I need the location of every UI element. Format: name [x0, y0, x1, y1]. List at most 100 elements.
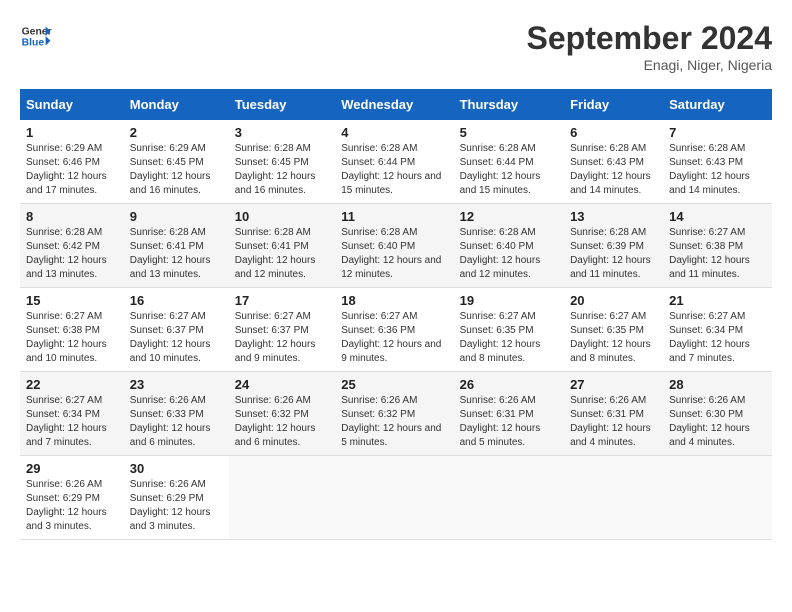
day-number: 12: [460, 209, 558, 224]
day-number: 1: [26, 125, 118, 140]
day-number: 15: [26, 293, 118, 308]
column-header-sunday: Sunday: [20, 89, 124, 120]
day-info: Sunrise: 6:28 AMSunset: 6:40 PMDaylight:…: [341, 227, 441, 280]
day-info: Sunrise: 6:27 AMSunset: 6:38 PMDaylight:…: [669, 227, 750, 280]
calendar-cell: 15 Sunrise: 6:27 AMSunset: 6:38 PMDaylig…: [20, 288, 124, 372]
calendar-cell: 24 Sunrise: 6:26 AMSunset: 6:32 PMDaylig…: [229, 372, 336, 456]
day-info: Sunrise: 6:26 AMSunset: 6:29 PMDaylight:…: [130, 479, 211, 532]
day-info: Sunrise: 6:28 AMSunset: 6:44 PMDaylight:…: [460, 143, 541, 196]
calendar-cell: [454, 456, 564, 540]
day-info: Sunrise: 6:28 AMSunset: 6:41 PMDaylight:…: [130, 227, 211, 280]
calendar-cell: 25 Sunrise: 6:26 AMSunset: 6:32 PMDaylig…: [335, 372, 453, 456]
day-number: 24: [235, 377, 330, 392]
calendar-cell: 3 Sunrise: 6:28 AMSunset: 6:45 PMDayligh…: [229, 120, 336, 204]
day-number: 30: [130, 461, 223, 476]
day-info: Sunrise: 6:26 AMSunset: 6:32 PMDaylight:…: [341, 395, 441, 448]
day-number: 9: [130, 209, 223, 224]
day-info: Sunrise: 6:26 AMSunset: 6:31 PMDaylight:…: [570, 395, 651, 448]
calendar-cell: 13 Sunrise: 6:28 AMSunset: 6:39 PMDaylig…: [564, 204, 663, 288]
day-info: Sunrise: 6:28 AMSunset: 6:39 PMDaylight:…: [570, 227, 651, 280]
day-number: 4: [341, 125, 447, 140]
calendar-cell: 2 Sunrise: 6:29 AMSunset: 6:45 PMDayligh…: [124, 120, 229, 204]
calendar-cell: 4 Sunrise: 6:28 AMSunset: 6:44 PMDayligh…: [335, 120, 453, 204]
day-info: Sunrise: 6:27 AMSunset: 6:34 PMDaylight:…: [26, 395, 107, 448]
calendar-week-row: 22 Sunrise: 6:27 AMSunset: 6:34 PMDaylig…: [20, 372, 772, 456]
day-info: Sunrise: 6:29 AMSunset: 6:46 PMDaylight:…: [26, 143, 107, 196]
day-info: Sunrise: 6:26 AMSunset: 6:29 PMDaylight:…: [26, 479, 107, 532]
calendar-table: SundayMondayTuesdayWednesdayThursdayFrid…: [20, 89, 772, 540]
day-info: Sunrise: 6:29 AMSunset: 6:45 PMDaylight:…: [130, 143, 211, 196]
day-info: Sunrise: 6:27 AMSunset: 6:36 PMDaylight:…: [341, 311, 441, 364]
day-number: 18: [341, 293, 447, 308]
day-number: 3: [235, 125, 330, 140]
calendar-cell: 18 Sunrise: 6:27 AMSunset: 6:36 PMDaylig…: [335, 288, 453, 372]
calendar-cell: [335, 456, 453, 540]
calendar-cell: 30 Sunrise: 6:26 AMSunset: 6:29 PMDaylig…: [124, 456, 229, 540]
day-number: 21: [669, 293, 766, 308]
logo: General Blue: [20, 20, 52, 52]
calendar-cell: 12 Sunrise: 6:28 AMSunset: 6:40 PMDaylig…: [454, 204, 564, 288]
calendar-cell: 29 Sunrise: 6:26 AMSunset: 6:29 PMDaylig…: [20, 456, 124, 540]
column-header-monday: Monday: [124, 89, 229, 120]
calendar-week-row: 29 Sunrise: 6:26 AMSunset: 6:29 PMDaylig…: [20, 456, 772, 540]
day-info: Sunrise: 6:28 AMSunset: 6:43 PMDaylight:…: [570, 143, 651, 196]
calendar-week-row: 8 Sunrise: 6:28 AMSunset: 6:42 PMDayligh…: [20, 204, 772, 288]
logo-icon: General Blue: [20, 20, 52, 52]
day-number: 17: [235, 293, 330, 308]
calendar-cell: 7 Sunrise: 6:28 AMSunset: 6:43 PMDayligh…: [663, 120, 772, 204]
calendar-cell: 6 Sunrise: 6:28 AMSunset: 6:43 PMDayligh…: [564, 120, 663, 204]
calendar-cell: 17 Sunrise: 6:27 AMSunset: 6:37 PMDaylig…: [229, 288, 336, 372]
day-number: 20: [570, 293, 657, 308]
day-info: Sunrise: 6:27 AMSunset: 6:37 PMDaylight:…: [130, 311, 211, 364]
calendar-cell: 1 Sunrise: 6:29 AMSunset: 6:46 PMDayligh…: [20, 120, 124, 204]
day-number: 19: [460, 293, 558, 308]
day-info: Sunrise: 6:28 AMSunset: 6:45 PMDaylight:…: [235, 143, 316, 196]
column-header-wednesday: Wednesday: [335, 89, 453, 120]
day-number: 22: [26, 377, 118, 392]
day-number: 23: [130, 377, 223, 392]
day-number: 6: [570, 125, 657, 140]
column-header-thursday: Thursday: [454, 89, 564, 120]
title-block: September 2024 Enagi, Niger, Nigeria: [527, 20, 772, 73]
day-number: 16: [130, 293, 223, 308]
svg-text:Blue: Blue: [22, 38, 45, 49]
calendar-cell: 21 Sunrise: 6:27 AMSunset: 6:34 PMDaylig…: [663, 288, 772, 372]
calendar-week-row: 1 Sunrise: 6:29 AMSunset: 6:46 PMDayligh…: [20, 120, 772, 204]
calendar-cell: 28 Sunrise: 6:26 AMSunset: 6:30 PMDaylig…: [663, 372, 772, 456]
day-info: Sunrise: 6:28 AMSunset: 6:40 PMDaylight:…: [460, 227, 541, 280]
day-info: Sunrise: 6:27 AMSunset: 6:35 PMDaylight:…: [460, 311, 541, 364]
day-number: 2: [130, 125, 223, 140]
day-number: 28: [669, 377, 766, 392]
day-number: 26: [460, 377, 558, 392]
calendar-cell: 14 Sunrise: 6:27 AMSunset: 6:38 PMDaylig…: [663, 204, 772, 288]
calendar-cell: 5 Sunrise: 6:28 AMSunset: 6:44 PMDayligh…: [454, 120, 564, 204]
day-info: Sunrise: 6:26 AMSunset: 6:33 PMDaylight:…: [130, 395, 211, 448]
calendar-cell: 20 Sunrise: 6:27 AMSunset: 6:35 PMDaylig…: [564, 288, 663, 372]
day-number: 10: [235, 209, 330, 224]
calendar-cell: 26 Sunrise: 6:26 AMSunset: 6:31 PMDaylig…: [454, 372, 564, 456]
day-number: 11: [341, 209, 447, 224]
calendar-cell: 10 Sunrise: 6:28 AMSunset: 6:41 PMDaylig…: [229, 204, 336, 288]
day-number: 25: [341, 377, 447, 392]
day-number: 5: [460, 125, 558, 140]
calendar-cell: 9 Sunrise: 6:28 AMSunset: 6:41 PMDayligh…: [124, 204, 229, 288]
day-info: Sunrise: 6:28 AMSunset: 6:41 PMDaylight:…: [235, 227, 316, 280]
column-header-saturday: Saturday: [663, 89, 772, 120]
calendar-cell: 27 Sunrise: 6:26 AMSunset: 6:31 PMDaylig…: [564, 372, 663, 456]
calendar-cell: [663, 456, 772, 540]
day-info: Sunrise: 6:26 AMSunset: 6:32 PMDaylight:…: [235, 395, 316, 448]
day-info: Sunrise: 6:28 AMSunset: 6:44 PMDaylight:…: [341, 143, 441, 196]
day-info: Sunrise: 6:26 AMSunset: 6:30 PMDaylight:…: [669, 395, 750, 448]
day-number: 27: [570, 377, 657, 392]
calendar-cell: [564, 456, 663, 540]
calendar-week-row: 15 Sunrise: 6:27 AMSunset: 6:38 PMDaylig…: [20, 288, 772, 372]
calendar-cell: [229, 456, 336, 540]
day-info: Sunrise: 6:27 AMSunset: 6:34 PMDaylight:…: [669, 311, 750, 364]
day-info: Sunrise: 6:28 AMSunset: 6:43 PMDaylight:…: [669, 143, 750, 196]
day-info: Sunrise: 6:27 AMSunset: 6:38 PMDaylight:…: [26, 311, 107, 364]
day-info: Sunrise: 6:26 AMSunset: 6:31 PMDaylight:…: [460, 395, 541, 448]
day-number: 8: [26, 209, 118, 224]
calendar-cell: 23 Sunrise: 6:26 AMSunset: 6:33 PMDaylig…: [124, 372, 229, 456]
day-number: 14: [669, 209, 766, 224]
calendar-cell: 8 Sunrise: 6:28 AMSunset: 6:42 PMDayligh…: [20, 204, 124, 288]
